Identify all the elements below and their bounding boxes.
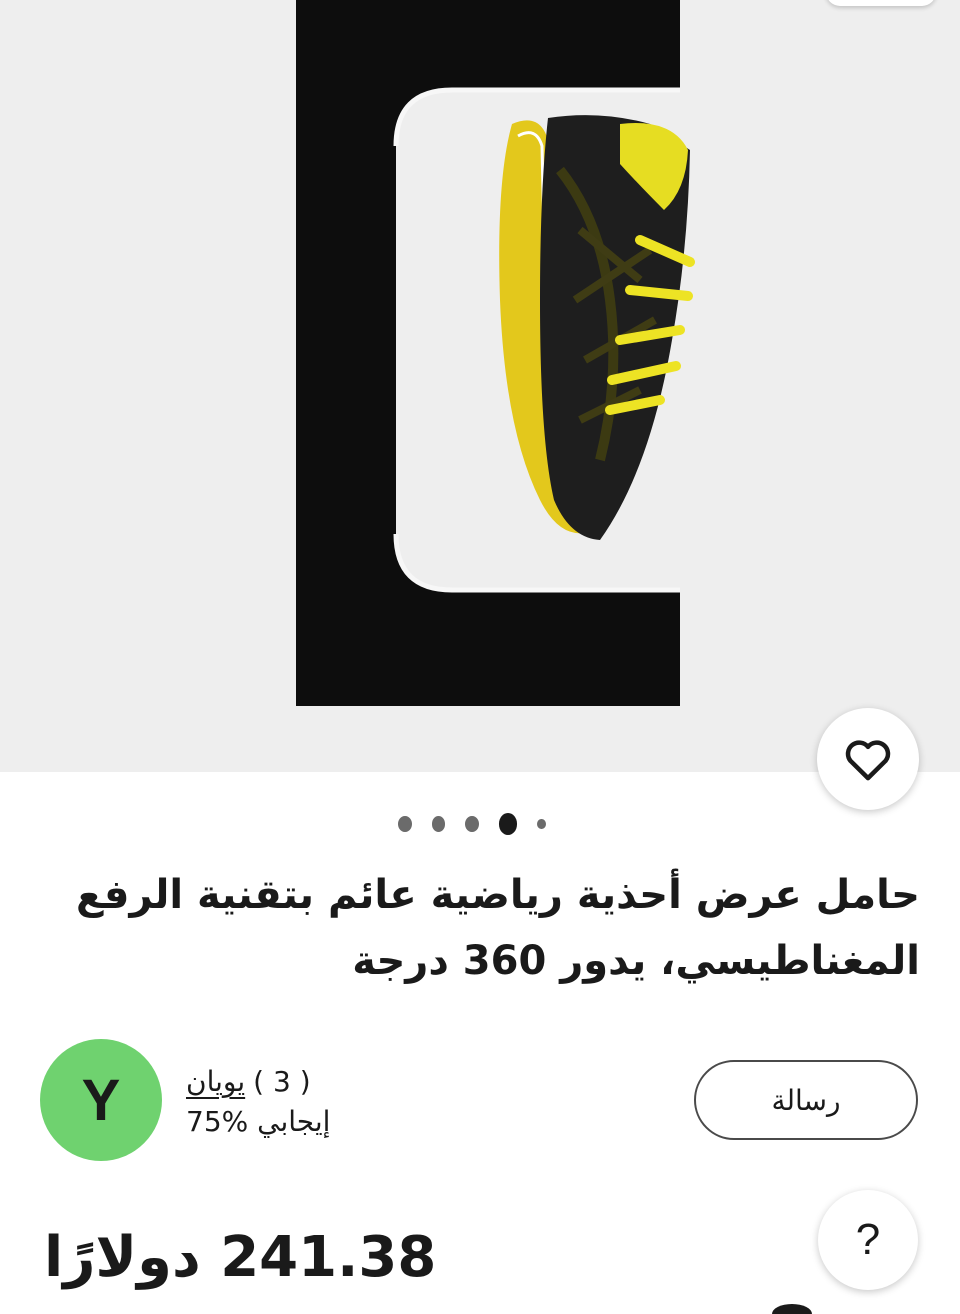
seller-feedback-line: 75% إيجابي	[186, 1102, 426, 1142]
seller-name-line: يويان ( 3 )	[186, 1062, 426, 1102]
carousel-dots	[398, 812, 566, 836]
carousel-dot[interactable]	[465, 816, 479, 832]
product-image-gallery[interactable]	[0, 0, 960, 772]
carousel-dot[interactable]	[431, 816, 446, 832]
carousel-dot[interactable]	[537, 819, 546, 829]
seller-avatar[interactable]: Y	[40, 1039, 162, 1161]
bottom-element-peek	[772, 1304, 812, 1314]
floating-sneaker	[499, 115, 695, 540]
product-title: حامل عرض أحذية رياضية عائم بتقنية الرفع …	[30, 862, 920, 994]
product-photo	[296, 0, 695, 706]
seller-info: يويان ( 3 ) 75% إيجابي	[186, 1062, 426, 1142]
seller-review-count: ( 3 )	[253, 1065, 311, 1098]
title-line-2: المغناطيسي، يدور 360 درجة	[352, 938, 920, 984]
avatar-letter: Y	[81, 1067, 121, 1133]
favorite-button[interactable]	[817, 708, 919, 810]
heart-outline-icon	[845, 740, 891, 781]
seller-name[interactable]: يويان	[186, 1062, 245, 1102]
help-button[interactable]: ?	[818, 1190, 918, 1290]
seller-positive-feedback: 75% إيجابي	[186, 1105, 331, 1138]
message-button-label: رسالة	[771, 1083, 841, 1117]
question-mark-icon: ?	[855, 1215, 881, 1264]
carousel-dot[interactable]	[398, 816, 412, 832]
price: 241.38 دولارًا	[44, 1225, 437, 1290]
message-button[interactable]: رسالة	[694, 1060, 918, 1140]
title-line-1: حامل عرض أحذية رياضية عائم بتقنية الرفع	[75, 872, 920, 918]
listing-page: حامل عرض أحذية رياضية عائم بتقنية الرفع …	[0, 0, 960, 1314]
carousel-dot-active[interactable]	[498, 813, 518, 835]
top-chip	[826, 0, 936, 6]
